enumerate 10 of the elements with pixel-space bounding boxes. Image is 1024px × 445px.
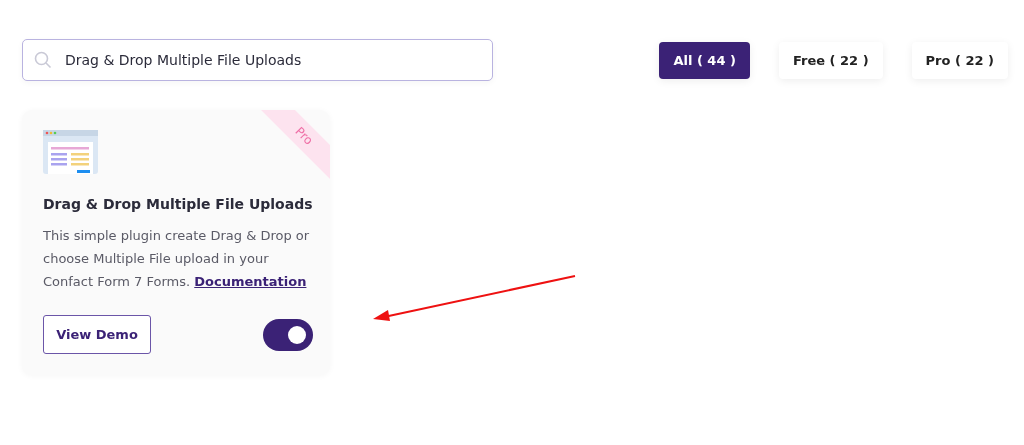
view-demo-button[interactable]: View Demo [43,315,151,354]
card-title: Drag & Drop Multiple File Uploads [43,196,313,212]
filter-tab[interactable]: Free ( 22 ) [778,41,883,79]
card-description: This simple plugin create Drag & Drop or choose Multiple File upload in your Confact Form 7 Forms. Documentation [43,227,311,291]
search-field[interactable]: Drag & Drop Multiple File Uploads [22,39,493,81]
documentation-link[interactable]: Documentation [194,274,307,289]
toggle-switch[interactable] [263,318,313,351]
filter-tab[interactable]: All ( 44 ) [659,41,750,79]
filter-tab[interactable]: Pro ( 22 ) [911,41,1008,79]
form-window-icon [43,130,98,174]
